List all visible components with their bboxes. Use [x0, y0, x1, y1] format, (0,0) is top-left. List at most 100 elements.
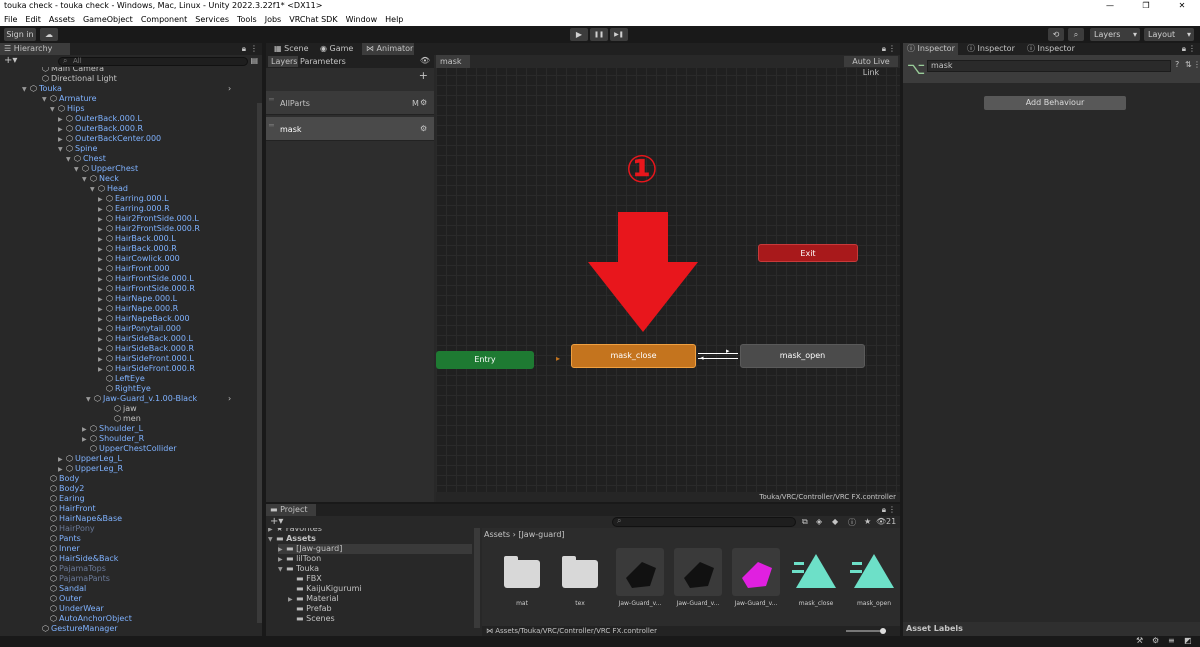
transition-line[interactable] [698, 353, 738, 354]
hierarchy-row[interactable]: ▶ ⬡ HairFrontSide.000.L [98, 274, 194, 284]
hierarchy-row[interactable]: ⬡ PajamaPants [42, 574, 110, 584]
gear-icon[interactable]: ⚙ [420, 98, 427, 107]
lock-icon[interactable]: 🔒︎ [242, 44, 246, 54]
filter-icon[interactable]: ▤ [250, 55, 258, 67]
hierarchy-row[interactable]: ▼ ⬡ Spine [58, 144, 97, 154]
asset-labels-section[interactable]: Asset Labels [903, 622, 1200, 636]
hierarchy-row[interactable]: ▶ ⬡ HairSideBack.000.R [98, 344, 194, 354]
expand-down-icon[interactable]: ▼ [82, 175, 90, 185]
hierarchy-row[interactable]: ⬡ Pants [42, 534, 81, 544]
layer-row[interactable]: ═ AllParts M ⚙ [266, 91, 434, 115]
hierarchy-row[interactable]: ⬡ UpperChestCollider [82, 444, 177, 454]
tab-game[interactable]: ◉ Game [316, 43, 362, 55]
minimize-button[interactable]: — [1092, 0, 1128, 12]
project-folder-row[interactable]: ▬ Scenes [288, 614, 472, 624]
settings-icon[interactable]: ⇅ [1185, 60, 1192, 69]
layout-dropdown[interactable]: Layout ▾ [1144, 28, 1194, 41]
hierarchy-row[interactable]: ⬡ PajamaTops [42, 564, 106, 574]
layer-row[interactable]: ═ mask ⚙ [266, 117, 434, 141]
menu-window[interactable]: Window [346, 15, 378, 24]
add-behaviour-button[interactable]: Add Behaviour [984, 96, 1126, 110]
step-button[interactable]: ▶❚ [610, 28, 628, 41]
hierarchy-row[interactable]: ▶ ⬡ Earring.000.L [98, 194, 169, 204]
hierarchy-row[interactable]: ▶ ⬡ Earring.000.R [98, 204, 170, 214]
search-filter-icon[interactable]: ⧉ [802, 517, 808, 527]
hierarchy-row[interactable]: ⬡ Body [42, 474, 79, 484]
hierarchy-row[interactable]: ▶ ⬡ OuterBackCenter.000 [58, 134, 161, 144]
expand-down-icon[interactable]: ▼ [74, 165, 82, 175]
hierarchy-row[interactable]: ⬡ Inner [42, 544, 80, 554]
asset-item[interactable]: Jaw-Guard_v... [670, 548, 726, 607]
hierarchy-row[interactable]: ▶ ⬡ HairNape.000.L [98, 294, 177, 304]
hierarchy-row[interactable]: ▶ ⬡ HairNape.000.R [98, 304, 178, 314]
menu-jobs[interactable]: Jobs [265, 15, 282, 24]
more-icon[interactable]: ⋮ [888, 505, 896, 514]
tab-scene[interactable]: ▦ Scene [270, 43, 316, 55]
expand-down-icon[interactable]: ▼ [278, 565, 286, 575]
auto-live-link-toggle[interactable]: Auto Live Link [844, 56, 898, 77]
hierarchy-row[interactable]: ⬡ jaw [106, 404, 137, 414]
project-folder-row[interactable]: ▶ ▬ lilToon [278, 554, 472, 564]
hierarchy-row[interactable]: ⬡ Directional Light [34, 74, 117, 84]
hierarchy-row[interactable]: ▶ ⬡ HairPonytail.000 [98, 324, 181, 334]
project-folder-row[interactable]: ▬ Prefab [288, 604, 472, 614]
expand-down-icon[interactable]: ▼ [86, 395, 94, 405]
hierarchy-row[interactable]: ▶ ⬡ HairBack.000.L [98, 234, 176, 244]
hierarchy-row[interactable]: ⬡ HairSide&Back [42, 554, 118, 564]
gear-icon[interactable]: ⚙ [420, 124, 427, 133]
add-icon[interactable]: +▾ [270, 516, 283, 528]
hierarchy-row[interactable]: ▼ ⬡ UpperChest [74, 164, 138, 174]
prefab-open-icon[interactable]: › [228, 84, 231, 94]
menu-vrchat-sdk[interactable]: VRChat SDK [289, 15, 337, 24]
asset-item[interactable]: mask_close [788, 548, 844, 607]
menu-gameobject[interactable]: GameObject [83, 15, 133, 24]
asset-item[interactable]: Jaw-Guard_v... [612, 548, 668, 607]
asset-item[interactable]: mat [494, 548, 550, 607]
hierarchy-row[interactable]: ▼ ⬡ Jaw-Guard_v.1.00-Black › [86, 394, 231, 405]
hierarchy-row[interactable]: ▶ ⬡ HairNapeBack.000 [98, 314, 190, 324]
project-folder-row[interactable]: ▶ ▬ Material [288, 594, 472, 604]
tab-project[interactable]: ▬ Project [266, 504, 316, 516]
tab-hierarchy[interactable]: ☰ Hierarchy [0, 43, 70, 55]
hierarchy-row[interactable]: ⬡ HairNape&Base [42, 514, 122, 524]
hierarchy-row[interactable]: ▶ ⬡ Hair2FrontSide.000.L [98, 214, 199, 224]
menu-assets[interactable]: Assets [49, 15, 75, 24]
expand-down-icon[interactable]: ▼ [90, 185, 98, 195]
asset-item[interactable]: Jaw-Guard_v... [728, 548, 784, 607]
breadcrumb[interactable]: mask [436, 55, 470, 68]
type-filter-icon[interactable]: ◈ [816, 517, 822, 526]
sign-in-button[interactable]: Sign in [4, 28, 36, 41]
hierarchy-row[interactable]: ▶ ⬡ HairSideFront.000.L [98, 354, 194, 364]
transition-line[interactable] [698, 358, 738, 359]
expand-down-icon[interactable]: ▼ [268, 535, 276, 545]
hierarchy-row[interactable]: ▶ ⬡ Shoulder_L [82, 424, 143, 434]
tab-inspector[interactable]: ⓘ Inspector [903, 43, 958, 55]
label-filter-icon[interactable]: ◆ [832, 517, 838, 526]
hierarchy-row[interactable]: ⬡ UnderWear [42, 604, 104, 614]
hierarchy-row[interactable]: ▶ ⬡ UpperLeg_R [58, 464, 123, 474]
help-icon[interactable]: ? [1175, 60, 1179, 69]
state-exit[interactable]: Exit [758, 244, 858, 262]
hierarchy-search-input[interactable]: ⌕ All [58, 56, 248, 66]
menu-help[interactable]: Help [385, 15, 403, 24]
history-icon[interactable]: ⟲ [1048, 28, 1064, 41]
subtab-layers[interactable]: Layers [268, 56, 298, 67]
network-icon[interactable]: ⚙ [1152, 636, 1159, 645]
project-breadcrumb[interactable]: Assets › [Jaw-guard] [484, 530, 565, 540]
pause-button[interactable]: ❚❚ [590, 28, 608, 41]
subtab-parameters[interactable]: Parameters [300, 56, 346, 67]
add-icon[interactable]: +▾ [4, 55, 17, 67]
zoom-slider-thumb[interactable] [880, 628, 886, 634]
hierarchy-row[interactable]: ▼ ⬡ Chest [66, 154, 106, 164]
menu-services[interactable]: Services [195, 15, 229, 24]
project-folder-row[interactable]: ▼ ▬ Touka [278, 564, 472, 574]
asset-item[interactable]: mask_open [846, 548, 902, 607]
expand-down-icon[interactable]: ▼ [42, 95, 50, 105]
hierarchy-row[interactable]: ▶ ⬡ HairSideBack.000.L [98, 334, 193, 344]
hierarchy-row[interactable]: ▶ ⬡ OuterBack.000.L [58, 114, 142, 124]
drag-handle-icon[interactable]: ═ [269, 121, 274, 130]
search-icon[interactable]: ⌕ [1068, 28, 1084, 41]
bug-icon[interactable]: ⚒ [1136, 636, 1143, 645]
project-folder-row[interactable]: ▬ FBX [288, 574, 472, 584]
hierarchy-row[interactable]: ⬡ GestureManager [34, 624, 118, 634]
